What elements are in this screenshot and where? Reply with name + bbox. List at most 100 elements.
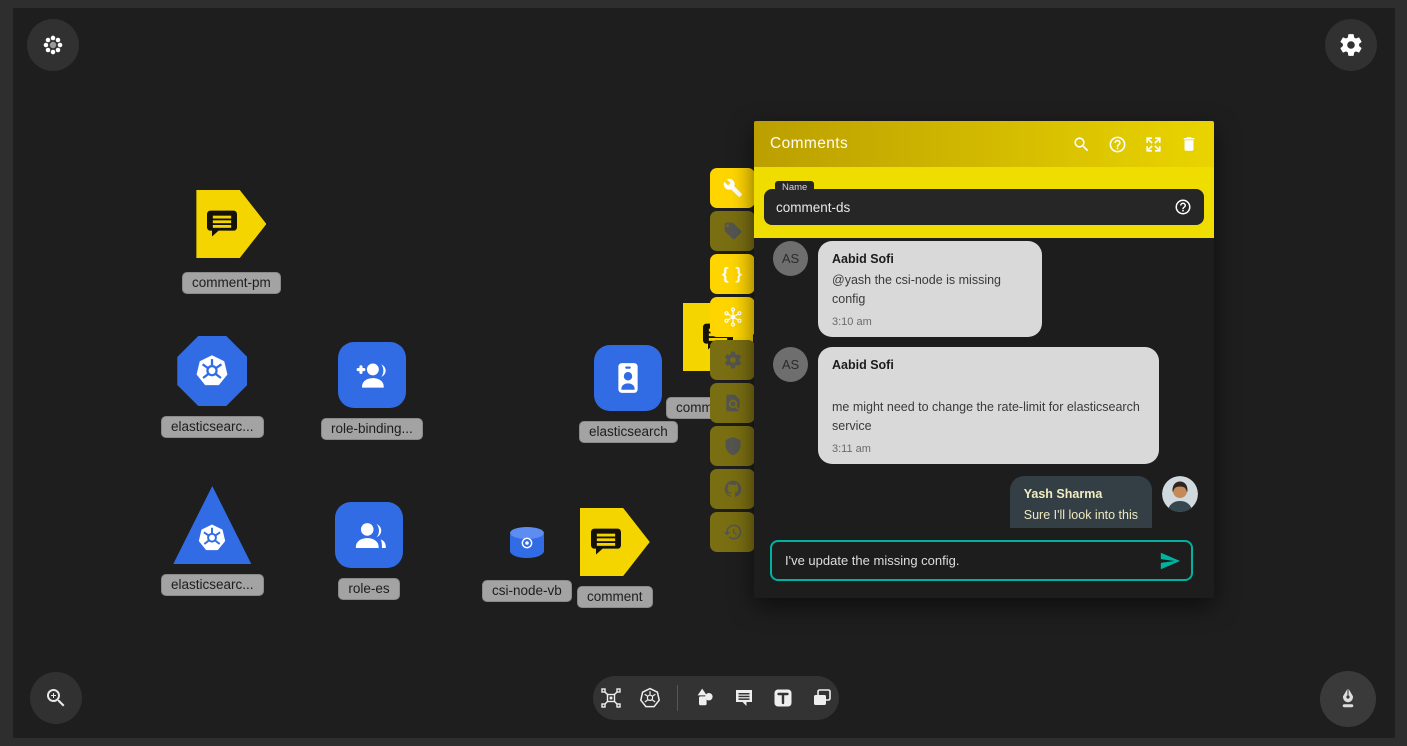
pen-tool-button[interactable] [1320, 671, 1376, 727]
field-help-icon[interactable] [1174, 198, 1192, 216]
braces-tool-button[interactable]: { } [710, 254, 755, 294]
shield-icon [723, 436, 743, 456]
avatar: AS [773, 241, 808, 276]
help-icon[interactable] [1108, 135, 1127, 154]
shield-tool-button[interactable] [710, 426, 755, 466]
chat-input-row [770, 540, 1193, 581]
message-text: me might need to change the rate-limit f… [832, 398, 1145, 437]
github-icon [723, 479, 743, 499]
wrench-tool-button[interactable] [710, 168, 755, 208]
node-label: elasticsearch [579, 421, 678, 443]
avatar: AS [773, 347, 808, 382]
node-elasticsearch-account[interactable]: elasticsearch [579, 345, 678, 443]
app-menu-button[interactable] [27, 19, 79, 71]
design-canvas[interactable]: comment-pm elasticsearc... role-binding.… [13, 8, 1395, 738]
components-tool-button[interactable] [599, 686, 623, 710]
mesh-hub-tool-button[interactable] [710, 297, 755, 337]
kubernetes-icon [191, 350, 233, 392]
trash-icon[interactable] [1180, 135, 1198, 153]
file-search-tool-button[interactable] [710, 383, 755, 423]
gear-icon [723, 350, 743, 370]
file-search-icon [723, 393, 743, 413]
kubernetes-tool-button[interactable] [638, 686, 662, 710]
message: Yash Sharma Sure I'll look into this 3:2… [773, 476, 1198, 529]
tag-tool-button[interactable] [710, 211, 755, 251]
canvas-tools-toolbar [593, 676, 839, 720]
role-binding-node-shape [338, 342, 406, 408]
node-comment-pm[interactable]: comment-pm [182, 190, 281, 294]
image-tool-button[interactable] [810, 686, 834, 710]
comment-node-shape [196, 190, 266, 258]
comment-tool-button[interactable] [732, 686, 756, 710]
kubernetes-icon [520, 536, 534, 550]
message-time: 3:11 am [832, 443, 1145, 455]
text-tool-icon [771, 686, 795, 710]
node-label: comment [577, 586, 653, 608]
gear-icon [1338, 32, 1364, 58]
panel-title: Comments [770, 135, 1072, 153]
tag-icon [723, 221, 743, 241]
node-label: role-binding... [321, 418, 423, 440]
node-label: elasticsearc... [161, 574, 264, 596]
comment-tool-icon [732, 686, 756, 710]
node-elasticsearch-config[interactable]: elasticsearc... [161, 336, 264, 438]
speech-bubble-icon [202, 204, 242, 244]
send-icon[interactable] [1159, 550, 1181, 572]
kubernetes-icon [638, 686, 662, 710]
zoom-button[interactable] [30, 672, 82, 724]
cylinder-node-shape [510, 528, 544, 558]
comment-node-shape [580, 508, 650, 576]
node-elasticsearch-volume[interactable]: elasticsearc... [161, 486, 264, 596]
node-action-toolbar: { } [710, 168, 755, 555]
zoom-in-icon [44, 686, 68, 710]
braces-icon: { } [722, 264, 743, 284]
message-time: 3:10 am [832, 316, 1028, 328]
comments-panel-header[interactable]: Comments [754, 121, 1214, 167]
message: AS Aabid Sofi @yash the csi-node is miss… [773, 241, 1198, 337]
message-text: @yash the csi-node is missing config [832, 271, 1028, 310]
chat-input[interactable] [785, 553, 1159, 568]
message-bubble: Aabid Sofi @yash the csi-node is missing… [818, 241, 1042, 337]
message-author: Aabid Sofi [832, 358, 1145, 372]
node-label: elasticsearc... [161, 416, 264, 438]
components-icon [599, 686, 623, 710]
comments-panel: Comments Name AS Aabid Sofi @yash the cs… [754, 121, 1214, 598]
node-label: csi-node-vb [482, 580, 572, 602]
yash-avatar [1162, 476, 1198, 512]
node-label: comment-pm [182, 272, 281, 294]
settings-tool-button[interactable] [710, 340, 755, 380]
name-input[interactable] [776, 200, 1174, 215]
kubernetes-node-shape [177, 336, 247, 406]
toolbar-divider [677, 685, 678, 711]
shapes-icon [693, 686, 717, 710]
kubernetes-triangle-shape [173, 486, 251, 564]
shapes-tool-button[interactable] [693, 686, 717, 710]
expand-icon[interactable] [1144, 135, 1163, 154]
app-window: comment-pm elasticsearc... role-binding.… [0, 0, 1407, 746]
id-badge-icon [607, 357, 649, 399]
node-role-binding[interactable]: role-binding... [321, 342, 423, 440]
people-icon [348, 514, 390, 556]
node-role-es[interactable]: role-es [335, 502, 403, 600]
message-bubble: Aabid Sofi me might need to change the r… [818, 347, 1159, 464]
add-people-icon [351, 354, 393, 396]
badge-node-shape [594, 345, 662, 411]
message-author: Yash Sharma [1024, 487, 1138, 501]
history-icon [723, 522, 743, 542]
search-icon[interactable] [1072, 135, 1091, 154]
history-tool-button[interactable] [710, 512, 755, 552]
text-tool-button[interactable] [771, 686, 795, 710]
name-field[interactable]: Name [764, 189, 1204, 225]
kubernetes-icon [194, 520, 230, 556]
name-field-section: Name [754, 167, 1214, 238]
message-list[interactable]: AS Aabid Sofi @yash the csi-node is miss… [754, 235, 1214, 528]
settings-button[interactable] [1325, 19, 1377, 71]
flower-icon [40, 32, 66, 58]
node-csi-node-vb[interactable]: csi-node-vb [482, 528, 572, 602]
message-bubble: Yash Sharma Sure I'll look into this 3:2… [1010, 476, 1152, 529]
image-tool-icon [810, 686, 834, 710]
message-text: Sure I'll look into this [1024, 506, 1138, 525]
github-tool-button[interactable] [710, 469, 755, 509]
wrench-icon [723, 178, 743, 198]
node-comment[interactable]: comment [577, 508, 653, 608]
